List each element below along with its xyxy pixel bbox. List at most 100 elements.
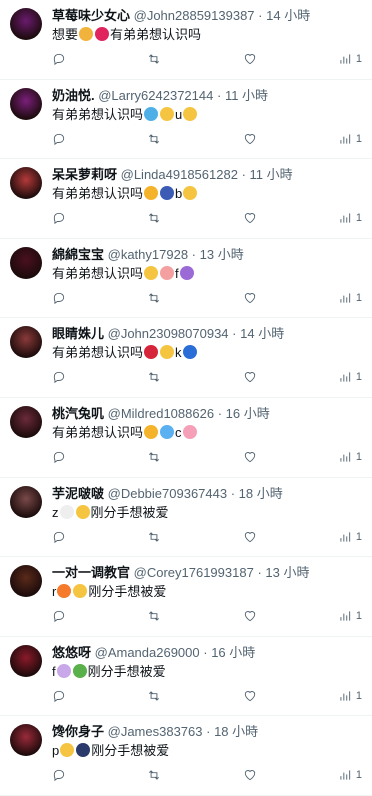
timestamp[interactable]: 16 小時	[226, 406, 270, 421]
timestamp[interactable]: 18 小時	[214, 724, 258, 739]
reply-button[interactable]	[52, 609, 66, 623]
like-button[interactable]	[243, 609, 257, 623]
display-name[interactable]: 一对一调教官	[52, 565, 134, 580]
tweet[interactable]: 呆呆萝莉呀 @Linda4918561282 · 11 小時 有弟弟想认识吗 b …	[0, 159, 372, 239]
avatar[interactable]	[10, 167, 42, 200]
display-name[interactable]: 芋泥啵啵	[52, 486, 108, 501]
display-name[interactable]: 眼睛姝儿	[52, 326, 108, 341]
views-button[interactable]: 1	[338, 689, 362, 703]
display-name[interactable]: 呆呆萝莉呀	[52, 167, 121, 182]
retweet-button[interactable]	[147, 132, 161, 146]
tweet[interactable]: 馋你身子 @James383763 · 18 小時 p 刚分手想被爱 1	[0, 716, 372, 796]
like-button[interactable]	[243, 450, 257, 464]
avatar[interactable]	[10, 246, 42, 279]
views-button[interactable]: 1	[338, 530, 362, 544]
emoji-icon	[144, 106, 159, 121]
retweet-button[interactable]	[147, 52, 161, 66]
reply-button[interactable]	[52, 132, 66, 146]
timestamp[interactable]: 13 小時	[200, 247, 244, 262]
display-name[interactable]: 草莓味少女心	[52, 8, 134, 23]
display-name[interactable]: 桃汽兔叽	[52, 406, 108, 421]
timestamp[interactable]: 14 小時	[240, 326, 284, 341]
timestamp[interactable]: 13 小時	[265, 565, 309, 580]
views-button[interactable]: 1	[338, 370, 362, 384]
tweet[interactable]: 草莓味少女心 @John28859139387 · 14 小時 想要 有弟弟想认识…	[0, 0, 372, 80]
like-button[interactable]	[243, 768, 257, 782]
reply-button[interactable]	[52, 370, 66, 384]
reply-icon	[53, 213, 65, 225]
user-handle[interactable]: @Larry6242372144	[98, 88, 213, 103]
user-handle[interactable]: @Debbie709367443	[108, 486, 227, 501]
user-handle[interactable]: @Linda4918561282	[121, 167, 238, 182]
reply-button[interactable]	[52, 768, 66, 782]
like-button[interactable]	[243, 291, 257, 305]
view-count: 1	[355, 530, 362, 543]
like-button[interactable]	[243, 52, 257, 66]
retweet-button[interactable]	[147, 689, 161, 703]
retweet-button[interactable]	[147, 768, 161, 782]
views-button[interactable]: 1	[338, 450, 362, 464]
avatar[interactable]	[10, 405, 42, 438]
reply-button[interactable]	[52, 291, 66, 305]
tweet-header: 呆呆萝莉呀 @Linda4918561282 · 11 小時	[52, 166, 362, 183]
tweet[interactable]: 綿綿宝宝 @kathy17928 · 13 小時 有弟弟想认识吗 f 1	[0, 239, 372, 319]
tweet[interactable]: 悠悠呀 @Amanda269000 · 16 小時 f 刚分手想被爱 1	[0, 637, 372, 717]
views-button[interactable]: 1	[338, 609, 362, 623]
reply-button[interactable]	[52, 689, 66, 703]
avatar[interactable]	[10, 326, 42, 359]
tweet[interactable]: 一对一调教官 @Corey1761993187 · 13 小時 r 刚分手想被爱 …	[0, 557, 372, 637]
avatar[interactable]	[10, 644, 42, 677]
timestamp[interactable]: 16 小時	[211, 645, 255, 660]
view-count: 1	[355, 610, 362, 623]
emoji-group	[143, 106, 175, 122]
display-name[interactable]: 悠悠呀	[52, 645, 95, 660]
retweet-button[interactable]	[147, 450, 161, 464]
timestamp[interactable]: 11 小時	[250, 167, 293, 182]
views-button[interactable]: 1	[338, 291, 362, 305]
avatar[interactable]	[10, 724, 42, 757]
reply-button[interactable]	[52, 530, 66, 544]
user-handle[interactable]: @James383763	[108, 724, 203, 739]
display-name[interactable]: 綿綿宝宝	[52, 247, 108, 262]
avatar[interactable]	[10, 8, 42, 40]
reply-button[interactable]	[52, 211, 66, 225]
user-handle[interactable]: @Mildred1088626	[108, 406, 214, 421]
tweet-actions: 1	[52, 370, 362, 384]
tweet-text-part: 有弟弟想认识吗	[52, 424, 144, 440]
user-handle[interactable]: @Corey1761993187	[134, 565, 254, 580]
views-button[interactable]: 1	[338, 132, 362, 146]
tweet[interactable]: 芋泥啵啵 @Debbie709367443 · 18 小時 z 刚分手想被爱 1	[0, 478, 372, 558]
tweet[interactable]: 眼睛姝儿 @John23098070934 · 14 小時 有弟弟想认识吗 k 1	[0, 318, 372, 398]
timestamp[interactable]: 14 小時	[266, 8, 310, 23]
retweet-button[interactable]	[147, 530, 161, 544]
like-button[interactable]	[243, 689, 257, 703]
retweet-button[interactable]	[147, 370, 161, 384]
retweet-button[interactable]	[147, 211, 161, 225]
user-handle[interactable]: @John28859139387	[134, 8, 255, 23]
like-button[interactable]	[243, 530, 257, 544]
emoji-group	[143, 265, 175, 281]
reply-button[interactable]	[52, 450, 66, 464]
views-button[interactable]: 1	[338, 768, 362, 782]
display-name[interactable]: 馋你身子	[52, 724, 108, 739]
tweet[interactable]: 奶油悦. @Larry6242372144 · 11 小時 有弟弟想认识吗 u 1	[0, 80, 372, 160]
views-button[interactable]: 1	[338, 211, 362, 225]
retweet-button[interactable]	[147, 291, 161, 305]
reply-button[interactable]	[52, 52, 66, 66]
views-button[interactable]: 1	[338, 52, 362, 66]
like-button[interactable]	[243, 211, 257, 225]
emoji-group	[78, 27, 110, 42]
avatar[interactable]	[10, 87, 42, 120]
user-handle[interactable]: @Amanda269000	[95, 645, 200, 660]
timestamp[interactable]: 18 小時	[239, 486, 283, 501]
like-button[interactable]	[243, 132, 257, 146]
retweet-button[interactable]	[147, 609, 161, 623]
timestamp[interactable]: 11 小時	[225, 88, 268, 103]
avatar[interactable]	[10, 485, 42, 518]
display-name[interactable]: 奶油悦.	[52, 88, 98, 103]
like-button[interactable]	[243, 370, 257, 384]
user-handle[interactable]: @kathy17928	[108, 247, 188, 262]
user-handle[interactable]: @John23098070934	[108, 326, 229, 341]
avatar[interactable]	[10, 565, 42, 598]
tweet[interactable]: 桃汽兔叽 @Mildred1088626 · 16 小時 有弟弟想认识吗 c 1	[0, 398, 372, 478]
